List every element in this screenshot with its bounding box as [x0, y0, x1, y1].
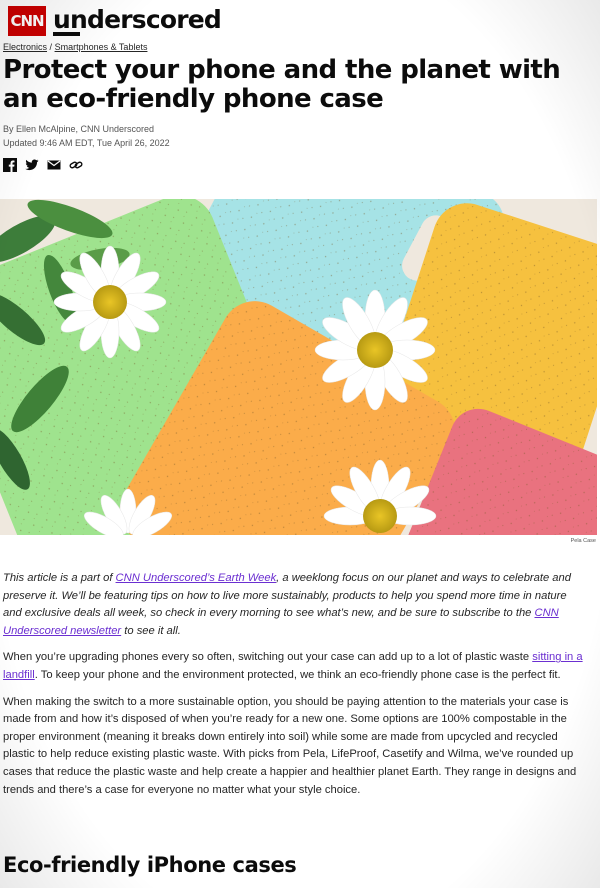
section-heading: Eco-friendly iPhone cases: [3, 853, 297, 877]
intro-paragraph: This article is a part of CNN Underscore…: [3, 572, 571, 637]
breadcrumb: Electronics / Smartphones & Tablets: [3, 42, 147, 52]
share-bar: [3, 158, 83, 172]
byline: By Ellen McAlpine, CNN Underscored: [3, 124, 155, 134]
twitter-icon[interactable]: [25, 158, 39, 172]
breadcrumb-smartphones-tablets[interactable]: Smartphones & Tablets: [55, 42, 148, 52]
site-header: CNN underscored: [8, 5, 222, 36]
paragraph: When you’re upgrading phones every so of…: [3, 651, 583, 681]
facebook-icon[interactable]: [3, 158, 17, 172]
cnn-logo[interactable]: CNN: [8, 6, 46, 36]
article-body: This article is a part of CNN Underscore…: [3, 570, 588, 808]
hero-image: [0, 199, 597, 535]
image-caption: Pela Case: [570, 538, 596, 544]
article-title: Protect your phone and the planet with a…: [3, 55, 561, 114]
link-icon[interactable]: [69, 158, 83, 172]
email-icon[interactable]: [47, 158, 61, 172]
breadcrumb-electronics[interactable]: Electronics: [3, 42, 47, 52]
paragraph: When making the switch to a more sustain…: [3, 695, 577, 796]
breadcrumb-separator: /: [49, 42, 53, 52]
underscored-brand[interactable]: underscored: [53, 5, 222, 36]
updated-timestamp: Updated 9:46 AM EDT, Tue April 26, 2022: [3, 138, 170, 148]
earth-week-link[interactable]: CNN Underscored’s Earth Week: [116, 572, 277, 584]
